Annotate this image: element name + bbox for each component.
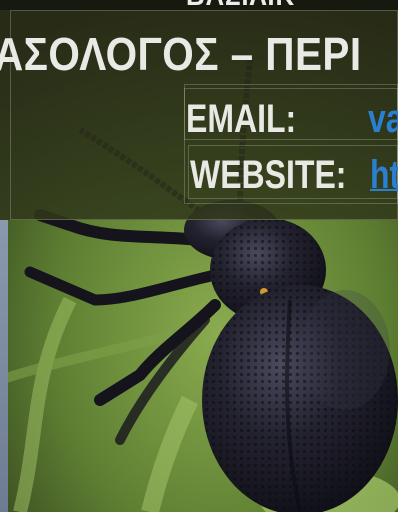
email-link[interactable]: va <box>368 94 398 144</box>
page-headline-partial: ΒΑΣΙΛΙΚ <box>186 0 375 10</box>
left-edge-bar <box>0 220 8 512</box>
page-title: ΑΣΟΛΟΓΟΣ – ΠΕΡΙ <box>0 28 362 80</box>
website-row: WEBSITE: ht <box>190 150 398 200</box>
website-label: WEBSITE: <box>190 153 347 197</box>
email-row: EMAIL: va <box>186 94 398 144</box>
email-label: EMAIL: <box>186 97 297 141</box>
website-link[interactable]: ht <box>370 150 398 200</box>
